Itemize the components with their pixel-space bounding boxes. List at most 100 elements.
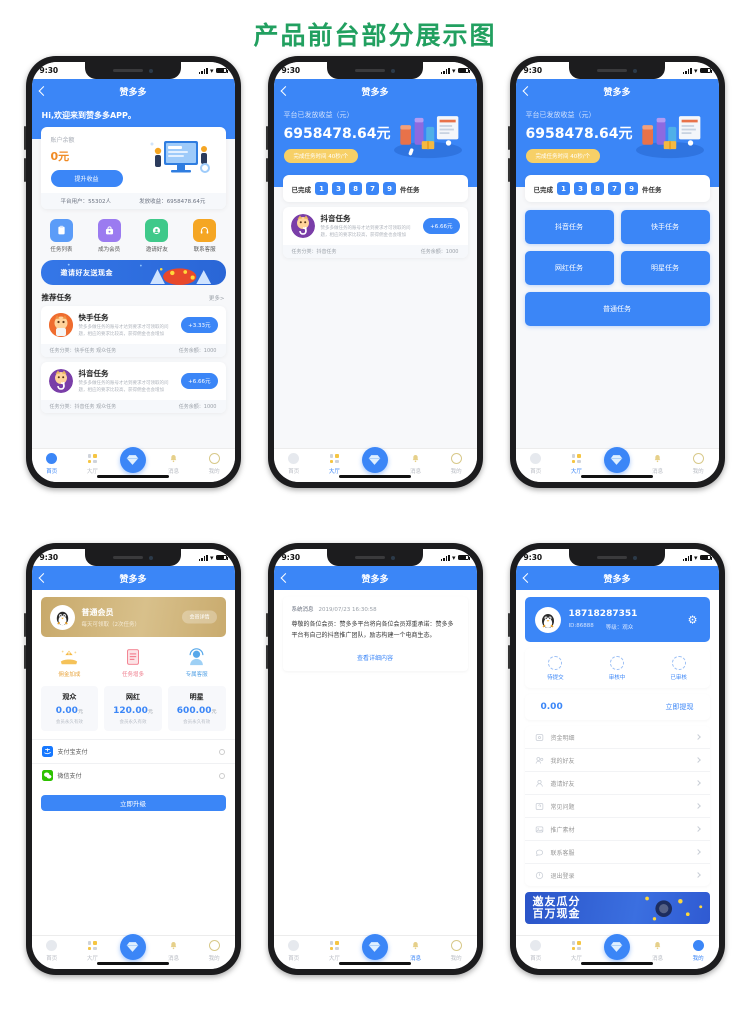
menu-item-faq[interactable]: 常见问题 [524, 795, 710, 818]
task-button-celebrity[interactable]: 明星任务 [620, 251, 710, 285]
diamond-icon [361, 934, 388, 960]
back-icon[interactable] [522, 86, 532, 96]
volume-up-button [507, 126, 510, 150]
gear-icon[interactable]: ⚙ [688, 613, 698, 626]
tab-center[interactable] [597, 447, 638, 473]
tab-profile[interactable]: 我的 [436, 939, 477, 962]
tab-messages[interactable]: 消息 [637, 452, 678, 475]
tab-profile[interactable]: 我的 [678, 452, 719, 475]
tab-hall[interactable]: 大厅 [556, 939, 597, 962]
quick-action-contact-support[interactable]: 联系客服 [193, 219, 217, 253]
menu-item-contact-support[interactable]: 联系客服 [524, 841, 710, 864]
tab-label: 消息 [652, 955, 664, 962]
task-button-normal[interactable]: 普通任务 [524, 292, 710, 326]
task-category: 任务分类：快手任务 观众任务 [49, 348, 117, 355]
menu-item-invite-friends[interactable]: 邀请好友 [524, 772, 710, 795]
menu-item-fund-details[interactable]: 资金明细 [524, 726, 710, 749]
task-card[interactable]: 快手任务 赞多多做任务的账号才达到要求才可领取的问题，相应的要求比较高，获得佣金… [40, 306, 226, 358]
status-time: 9:30 [281, 553, 301, 562]
task-button-influencer[interactable]: 网红任务 [524, 251, 614, 285]
quick-action-invite-friends[interactable]: 邀请好友 [145, 219, 169, 253]
price-option-influencer[interactable]: 网红 120.00元 会员永久有效 [104, 686, 162, 731]
camera-icon [391, 555, 395, 560]
tab-messages[interactable]: 消息 [395, 452, 436, 475]
payment-option-wechat[interactable]: 微信支付 [31, 763, 235, 787]
task-card[interactable]: 抖音任务 赞多多做任务的账号才达到要求才可领取的问题，相应的要求比较高，获得佣金… [282, 207, 468, 259]
back-icon[interactable] [38, 86, 48, 96]
invite-banner[interactable]: 邀请好友送现金 [40, 260, 226, 285]
menu-item-logout[interactable]: 退出登录 [525, 864, 710, 886]
task-price-button[interactable]: +6.66元 [423, 218, 460, 235]
task-button-kuaishou[interactable]: 快手任务 [620, 210, 710, 244]
price-option-celebrity[interactable]: 明星 600.00元 会员永久有效 [167, 686, 226, 731]
radio-alipay[interactable] [218, 748, 225, 755]
tab-home[interactable]: 首页 [274, 452, 315, 475]
profile-menu: 资金明细 我的好友 邀请好友 常见问题 推广素材 联系客服 退出登录 [524, 726, 710, 886]
status-icons: ▾ [682, 67, 712, 75]
battery-icon [699, 67, 712, 74]
payment-option-alipay[interactable]: 支付宝支付 [31, 739, 235, 763]
back-icon[interactable] [38, 573, 48, 583]
bell-icon [651, 939, 664, 952]
tab-center[interactable] [113, 447, 154, 473]
tab-home[interactable]: 首页 [516, 452, 557, 475]
menu-item-promo-materials[interactable]: 推广素材 [524, 818, 710, 841]
signal-icon [440, 67, 450, 74]
tab-center[interactable] [113, 934, 154, 960]
task-price-button[interactable]: +3.33元 [181, 317, 218, 334]
status-pending-submit[interactable]: 待提交 [547, 656, 564, 681]
tab-profile[interactable]: 我的 [436, 452, 477, 475]
tab-home[interactable]: 首页 [274, 939, 315, 962]
tab-profile[interactable]: 我的 [194, 452, 235, 475]
more-link[interactable]: 更多> [209, 294, 225, 302]
withdraw-button[interactable]: 立即提现 [666, 702, 694, 712]
promo-banner[interactable]: 邀友瓜分 百万现金 [524, 892, 710, 924]
tab-home[interactable]: 首页 [32, 939, 73, 962]
signal-icon [198, 67, 208, 74]
completed-digit: 1 [315, 182, 328, 195]
tab-center[interactable] [355, 934, 396, 960]
upgrade-button[interactable]: 立即升级 [40, 795, 226, 811]
quick-action-become-member[interactable]: 成为会员 [97, 219, 121, 253]
tab-profile[interactable]: 我的 [194, 939, 235, 962]
back-icon[interactable] [280, 86, 290, 96]
recommended-header: 推荐任务 更多> [32, 285, 235, 306]
quick-action-task-list[interactable]: 任务列表 [49, 219, 73, 253]
status-icons: ▾ [682, 554, 712, 562]
grid-icon [328, 939, 341, 952]
radio-wechat[interactable] [218, 772, 225, 779]
status-reviewed[interactable]: 已审核 [670, 656, 687, 681]
tab-hall[interactable]: 大厅 [72, 939, 113, 962]
tab-home[interactable]: 首页 [516, 939, 557, 962]
tab-messages[interactable]: 消息 [153, 452, 194, 475]
friends-icon [535, 756, 543, 764]
tab-messages[interactable]: 消息 [637, 939, 678, 962]
tab-hall[interactable]: 大厅 [556, 452, 597, 475]
tab-messages[interactable]: 消息 [153, 939, 194, 962]
status-icons: ▾ [198, 67, 228, 75]
back-icon[interactable] [522, 573, 532, 583]
tab-hall[interactable]: 大厅 [314, 939, 355, 962]
task-price-button[interactable]: +6.66元 [181, 373, 218, 390]
perk-more-tasks: 任务增多 [122, 647, 144, 678]
tab-center[interactable] [355, 447, 396, 473]
tab-messages[interactable]: 消息 [395, 939, 436, 962]
tab-center[interactable] [597, 934, 638, 960]
tab-hall[interactable]: 大厅 [314, 452, 355, 475]
task-card[interactable]: 抖音任务 赞多多做任务的账号才达到要求才可领取的问题，相应的要求比较高，获得佣金… [40, 362, 226, 414]
view-detail-link[interactable]: 查看详细内容 [292, 653, 459, 662]
price-value: 600.00元 [176, 706, 217, 716]
menu-item-my-friends[interactable]: 我的好友 [524, 749, 710, 772]
tab-home[interactable]: 首页 [32, 452, 73, 475]
battery-icon [699, 554, 712, 561]
system-message-card[interactable]: 系统消息 2019/07/23 16:30:58 尊敬的各位会员：赞多多平台将向各… [282, 597, 468, 671]
back-icon[interactable] [280, 573, 290, 583]
tab-profile[interactable]: 我的 [678, 939, 719, 962]
status-in-review[interactable]: 审核中 [609, 656, 625, 681]
price-option-audience[interactable]: 观众 0.00元 会员永久有效 [40, 686, 99, 731]
menu-label: 联系客服 [550, 849, 575, 857]
tab-hall[interactable]: 大厅 [72, 452, 113, 475]
boost-income-button[interactable]: 提升收益 [50, 170, 123, 187]
membership-detail-badge[interactable]: 会员详情 [182, 610, 217, 624]
task-button-douyin[interactable]: 抖音任务 [524, 210, 614, 244]
